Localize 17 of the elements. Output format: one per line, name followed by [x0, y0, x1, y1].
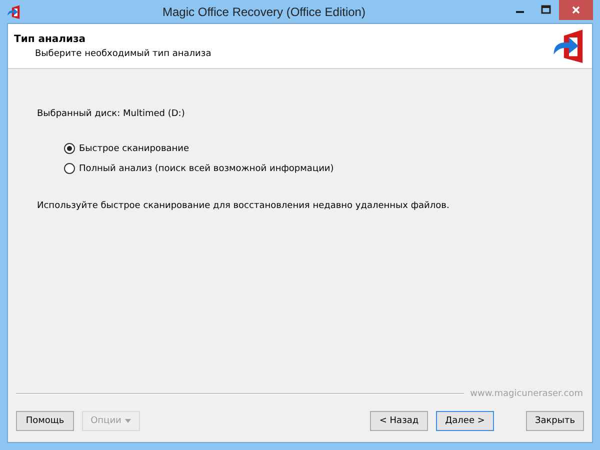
- radio-button[interactable]: [64, 143, 75, 154]
- maximize-icon: [541, 5, 551, 15]
- radio-label[interactable]: Быстрое сканирование: [79, 144, 190, 154]
- dialog-button[interactable]: Далее >: [436, 411, 494, 431]
- dialog-button[interactable]: Закрыть: [526, 411, 584, 431]
- radio-label[interactable]: Полный анализ (поиск всей возможной информации): [79, 164, 334, 174]
- step-title: Тип анализа: [14, 34, 87, 44]
- close-button[interactable]: [559, 0, 593, 20]
- app-icon: [7, 4, 21, 18]
- dialog-button[interactable]: Помощь: [16, 411, 74, 431]
- selected-disk-label: Выбранный диск: Multimed (D:): [37, 109, 186, 119]
- step-subtitle: Выберите необходимый тип анализа: [34, 48, 212, 58]
- window-title: Magic Office Recovery (Office Edition): [162, 4, 366, 18]
- dialog-button[interactable]: < Назад: [370, 411, 428, 431]
- description-text: Используйте быстрое сканирование для восстановления недавно удаленных файлов.: [37, 201, 450, 211]
- radio-button[interactable]: [64, 163, 75, 174]
- close-icon: [571, 5, 581, 15]
